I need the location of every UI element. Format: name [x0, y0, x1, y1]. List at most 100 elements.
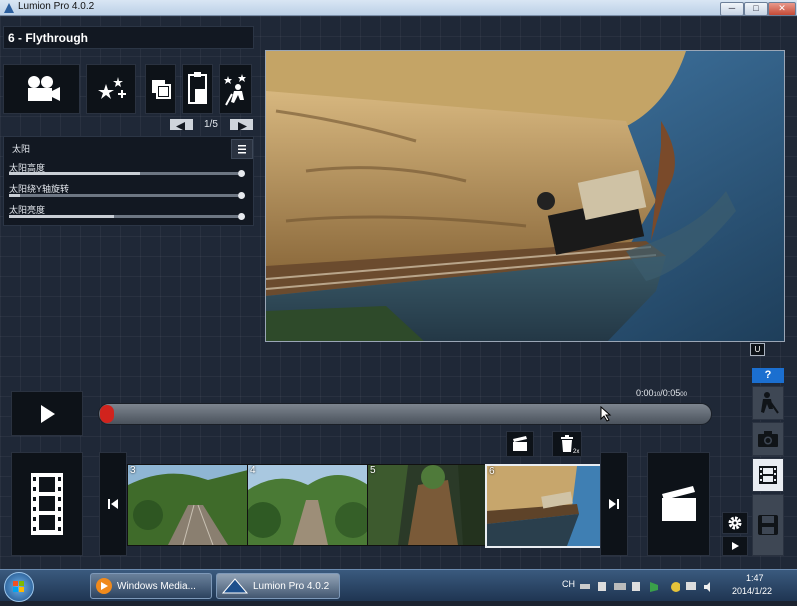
timeline-scrubber[interactable]	[98, 403, 712, 425]
arrow-left-icon	[176, 122, 185, 131]
clips-overview-button[interactable]	[11, 452, 83, 556]
mouse-cursor-icon	[600, 406, 612, 422]
input-language[interactable]: CH	[562, 579, 575, 589]
time-current-frac: 10	[653, 392, 661, 398]
film-strip-icon	[31, 473, 63, 535]
clean-effects-icon	[223, 74, 246, 106]
clip-thumbnail-3[interactable]: 3	[127, 464, 249, 546]
slider-sun-brightness[interactable]	[9, 215, 238, 218]
effects-sparkle-icon	[98, 77, 126, 99]
delete-clip-button[interactable]: 2x	[552, 431, 582, 457]
prev-page-button[interactable]	[170, 119, 193, 131]
delete-badge: 2x	[573, 449, 580, 455]
photo-mode-icon	[758, 431, 778, 447]
clock-time: 1:47	[746, 573, 764, 583]
media-player-icon	[96, 578, 112, 594]
new-clip-button[interactable]	[647, 452, 710, 556]
menu-icon	[238, 145, 246, 154]
slider-sun-rotation[interactable]	[9, 194, 238, 197]
clip-settings-button[interactable]	[506, 431, 534, 457]
clip-strip: 3 4 5 6	[127, 464, 605, 548]
arrow-right-icon	[238, 122, 247, 131]
settings-button[interactable]	[722, 512, 748, 534]
clip-number: 3	[130, 465, 136, 476]
slider-knob[interactable]	[238, 170, 245, 177]
slider-knob[interactable]	[238, 213, 245, 220]
minimize-button[interactable]: ─	[720, 2, 744, 16]
skip-forward-icon	[609, 499, 619, 509]
taskbar-item-label: Lumion Pro 4.0.2	[253, 580, 330, 592]
scroll-clips-right-button[interactable]	[600, 452, 628, 556]
clip-scene-image	[128, 465, 248, 545]
slider-fill	[9, 194, 21, 197]
save-button[interactable]	[752, 494, 784, 556]
system-tray-icons	[580, 582, 680, 592]
time-current: 0:00	[636, 388, 654, 398]
maximize-button[interactable]: □	[744, 2, 768, 16]
time-readout: 0:0010/0:0500	[636, 388, 687, 398]
windows-taskbar: Windows Media... Lumion Pro 4.0.2 CH 1:4…	[0, 569, 797, 602]
clip-number: 4	[250, 465, 256, 476]
clapperboard-icon	[661, 486, 696, 521]
skip-back-icon	[108, 499, 118, 509]
add-effect-button[interactable]	[86, 64, 136, 114]
clean-effects-button[interactable]	[219, 64, 252, 114]
time-total-frac: 00	[680, 392, 687, 398]
photo-mode-button[interactable]	[752, 422, 784, 456]
clip-scene-image	[487, 466, 603, 546]
clip-number: 6	[489, 466, 495, 477]
lumion-app-icon	[4, 3, 14, 13]
clip-scene-image	[248, 465, 368, 545]
clip-scene-image	[368, 465, 488, 545]
build-mode-button[interactable]	[752, 386, 784, 420]
movie-mode-button[interactable]	[752, 458, 784, 492]
movie-camera-button[interactable]	[3, 64, 80, 114]
movie-camera-icon	[27, 76, 60, 101]
build-mode-icon	[761, 392, 779, 414]
next-page-button[interactable]	[230, 119, 253, 131]
effect-panel: 太阳 太阳高度 太阳绕Y轴旋转 太阳亮度	[3, 136, 254, 226]
pager-text: 1/5	[204, 119, 218, 130]
taskbar-item-lumion[interactable]: Lumion Pro 4.0.2	[216, 573, 340, 599]
movie-mode-icon	[759, 466, 777, 484]
network-volume-icons	[686, 582, 710, 592]
taskbar-item-label: Windows Media...	[117, 580, 196, 592]
effect-panel-title: 太阳	[12, 144, 31, 154]
paste-icon	[187, 72, 207, 104]
play-button[interactable]	[11, 391, 83, 436]
paste-effects-button[interactable]	[182, 64, 213, 114]
scene-viewport[interactable]	[265, 50, 785, 342]
slider-fill	[9, 172, 140, 175]
clip-number: 5	[370, 465, 376, 476]
taskbar-item-media-player[interactable]: Windows Media...	[90, 573, 212, 599]
slider-knob[interactable]	[238, 192, 245, 199]
help-button[interactable]: ?	[752, 368, 784, 383]
window-title-bar: Lumion Pro 4.0.2 ─ □ ✕	[0, 0, 797, 16]
scroll-clips-left-button[interactable]	[99, 452, 127, 556]
copy-icon	[151, 80, 171, 99]
lumion-icon	[221, 578, 249, 594]
timeline-progress	[100, 405, 114, 423]
mode-title: 6 - Flythrough	[8, 31, 88, 45]
play-icon	[732, 542, 739, 550]
save-icon	[758, 515, 778, 535]
start-button[interactable]	[4, 572, 34, 602]
close-button[interactable]: ✕	[768, 2, 796, 16]
viewport-u-badge[interactable]: U	[750, 343, 765, 356]
effect-menu-button[interactable]	[231, 139, 253, 159]
gear-icon	[728, 516, 742, 530]
windows-logo-icon	[13, 581, 24, 592]
preview-play-button[interactable]	[722, 536, 748, 556]
clapperboard-icon	[513, 436, 527, 451]
copy-effects-button[interactable]	[145, 64, 176, 114]
clip-thumbnail-4[interactable]: 4	[247, 464, 369, 546]
scene-preview-image	[266, 51, 784, 341]
mode-title-bar: 6 - Flythrough	[3, 26, 254, 49]
window-title: Lumion Pro 4.0.2	[18, 1, 95, 12]
clip-thumbnail-6[interactable]: 6	[485, 464, 605, 548]
time-total: 0:05	[662, 388, 681, 398]
play-icon	[41, 404, 55, 423]
clock-date: 2014/1/22	[732, 586, 773, 596]
clip-thumbnail-5[interactable]: 5	[367, 464, 489, 546]
slider-sun-height[interactable]	[9, 172, 238, 175]
